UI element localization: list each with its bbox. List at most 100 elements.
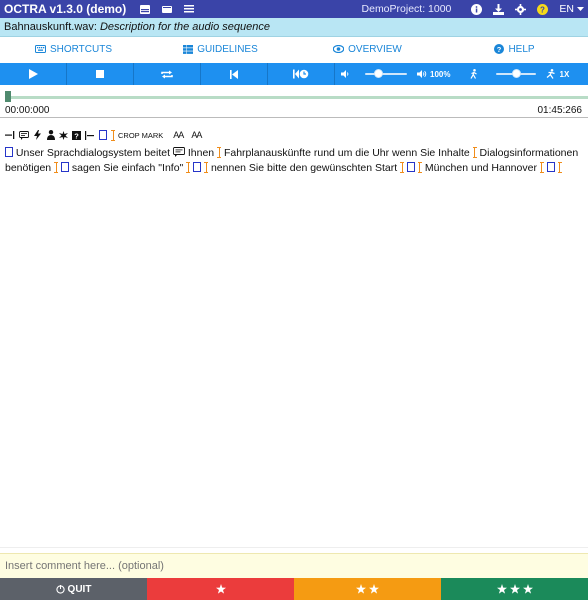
font-smaller-button[interactable]: AA (191, 129, 202, 141)
step-backward-time-icon (293, 69, 309, 79)
crop-mark-button[interactable]: CROP MARK (111, 129, 163, 141)
font-bigger-label: AA (173, 130, 184, 140)
segment-marker-icon (5, 147, 13, 157)
volume-high-icon (417, 70, 427, 78)
step-backward-icon (230, 69, 238, 79)
speed-label: 1X (559, 69, 570, 79)
tab-bar: SHORTCUTS GUIDELINES OVERVIEW ? HELP (0, 37, 588, 61)
file-description: Description for the audio sequence (99, 21, 270, 33)
audio-timeline[interactable]: 00:00:000 01:45:266 (0, 91, 588, 125)
tab-guidelines-label: GUIDELINES (197, 43, 258, 55)
repeat-icon (161, 70, 173, 78)
time-start: 00:00:000 (5, 105, 50, 116)
quit-button[interactable]: QUIT (0, 578, 147, 600)
person-icon (46, 130, 55, 140)
step-backward-button[interactable] (201, 63, 268, 85)
project-name: DemoProject: 1000 (361, 3, 452, 15)
crop-mark-icon (539, 162, 544, 173)
transcript-editor[interactable]: Unser Sprachdialogsystem beitet Ihnen Fa… (0, 143, 588, 548)
walking-person-icon (469, 69, 477, 79)
play-icon (28, 69, 38, 79)
language-label: EN (559, 3, 574, 15)
speed-slider[interactable] (495, 69, 536, 78)
playhead[interactable] (5, 91, 11, 102)
rating-two-stars-button[interactable] (294, 578, 441, 600)
audio-track[interactable] (5, 96, 588, 99)
transcript-text: Unser Sprachdialogsystem beitet (15, 147, 170, 159)
svg-text:?: ? (74, 131, 79, 140)
marker-unknown-button[interactable]: ? (72, 129, 81, 141)
file-description-bar: Bahnauskunft.wav: Description for the au… (0, 18, 588, 37)
running-person-icon (546, 69, 555, 79)
segment-marker-icon (407, 162, 416, 172)
star-icon (509, 584, 520, 594)
marker-pause-button[interactable] (85, 129, 94, 141)
stop-icon (96, 70, 104, 78)
step-backward-time-button[interactable] (268, 63, 335, 85)
help-icon[interactable]: ? (536, 3, 548, 15)
crop-mark-icon (417, 162, 422, 173)
loop-button[interactable] (134, 63, 201, 85)
transcript-text: München und Hannover (424, 162, 537, 174)
bottom-bar: QUIT (0, 578, 588, 600)
info-icon[interactable] (470, 3, 482, 15)
star-icon (522, 584, 533, 594)
font-bigger-button[interactable]: AA (173, 129, 184, 141)
segment-box-icon (98, 130, 107, 140)
speed-slider-thumb[interactable] (511, 69, 521, 78)
question-circle-icon: ? (494, 44, 505, 54)
speech-bubble-icon (172, 147, 185, 157)
transcription-view-icon[interactable] (137, 3, 153, 15)
stop-button[interactable] (67, 63, 134, 85)
marker-speaker-button[interactable] (46, 129, 55, 141)
font-smaller-label: AA (191, 130, 202, 140)
timeline-divider (0, 117, 588, 118)
crop-mark-label: CROP MARK (118, 130, 164, 140)
gear-icon[interactable] (514, 3, 526, 15)
marker-comment-button[interactable] (19, 129, 29, 141)
tab-shortcuts[interactable]: SHORTCUTS (0, 44, 147, 55)
list-view-icon[interactable] (181, 3, 197, 15)
segment-marker-icon (60, 162, 69, 172)
tab-guidelines[interactable]: GUIDELINES (147, 44, 294, 55)
marker-technical-noise-button[interactable] (59, 129, 68, 141)
svg-text:?: ? (497, 45, 502, 54)
rating-three-stars-button[interactable] (441, 578, 588, 600)
segment-marker-icon (193, 162, 202, 172)
star-icon (215, 584, 226, 594)
crop-mark-icon (111, 129, 115, 141)
tab-shortcuts-label: SHORTCUTS (49, 43, 113, 55)
star-icon (496, 584, 507, 594)
top-navbar: OCTRA v1.3.0 (demo) DemoProject: 1000 ? … (0, 0, 588, 18)
volume-slider-thumb[interactable] (373, 69, 383, 78)
star-icon (356, 584, 366, 594)
rating-one-star-button[interactable] (147, 578, 294, 600)
power-icon (55, 584, 65, 594)
time-end: 01:45:266 (537, 105, 583, 116)
volume-slider[interactable] (365, 69, 407, 78)
quit-label: QUIT (67, 583, 92, 595)
language-dropdown[interactable]: EN (559, 3, 584, 15)
break-icon (5, 131, 15, 139)
crop-mark-icon (54, 162, 59, 173)
marker-break-button[interactable] (5, 129, 15, 141)
play-button[interactable] (0, 63, 67, 85)
tab-overview[interactable]: OVERVIEW (294, 44, 441, 55)
comment-input[interactable] (5, 560, 583, 572)
tab-help[interactable]: ? HELP (441, 44, 588, 55)
dictaphone-view-icon[interactable] (159, 3, 175, 15)
crop-mark-icon (217, 147, 222, 158)
comment-bar (0, 553, 588, 578)
marker-segment-button[interactable] (98, 129, 107, 141)
star-icon (369, 584, 379, 594)
download-icon[interactable] (492, 3, 504, 15)
transcript-text: Ihnen (187, 147, 215, 159)
transcript-text: Fahrplanauskünfte rund um die Uhr wenn S… (223, 147, 470, 159)
marker-noise-button[interactable] (33, 129, 42, 141)
editor-divider (0, 547, 588, 548)
segment-marker-icon (546, 162, 555, 172)
grid-icon (183, 44, 194, 54)
caret-down-icon (577, 6, 584, 11)
eye-icon (333, 45, 345, 53)
transcript-text: sagen Sie einfach "Info" (71, 162, 184, 174)
